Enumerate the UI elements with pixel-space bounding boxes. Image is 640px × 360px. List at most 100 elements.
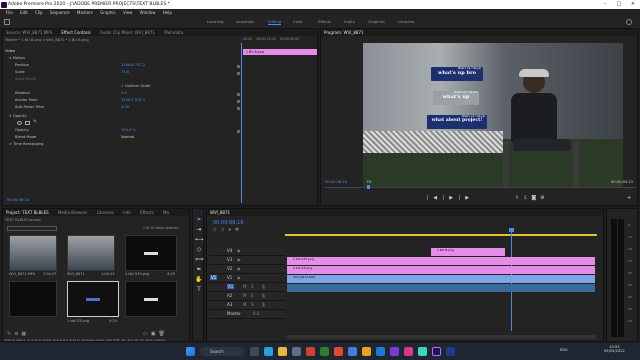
tab-sequence[interactable]: WVI_8871 xyxy=(210,210,230,215)
ec-playhead[interactable] xyxy=(241,43,242,203)
mic-icon[interactable]: 🎙 xyxy=(261,293,266,298)
file-explorer-icon[interactable] xyxy=(278,347,287,356)
tab-audio-clip-mixer[interactable]: Audio Clip Mixer: WVI_8871 xyxy=(100,30,155,35)
tab-info[interactable]: Info xyxy=(123,210,131,215)
track-header-a1[interactable]: A1 M S 🎙 xyxy=(209,283,285,292)
section-motion[interactable]: ∨ Motion xyxy=(9,55,25,62)
program-playhead[interactable] xyxy=(367,185,370,189)
track-header-a2[interactable]: A2 M S 🎙 xyxy=(209,292,285,301)
playhead-handle[interactable] xyxy=(509,228,514,232)
selection-tool-icon[interactable]: ➤ xyxy=(195,215,203,225)
tab-media-browser[interactable]: Media Browser xyxy=(58,210,88,215)
program-timecode[interactable]: 00:00:08:16 xyxy=(325,180,347,184)
app-icon[interactable] xyxy=(418,347,427,356)
prop-rotation-value[interactable]: 0.0 xyxy=(121,91,127,95)
pen-tool-icon[interactable]: ✒ xyxy=(195,265,203,275)
menu-sequence[interactable]: Sequence xyxy=(50,10,70,15)
solo-icon[interactable]: S xyxy=(251,293,254,298)
bin-thumb-png[interactable] xyxy=(9,281,57,317)
clip-v4[interactable]: 1 BU B.png xyxy=(431,248,505,256)
menu-file[interactable]: File xyxy=(6,10,13,15)
clip-v3[interactable]: 1 bbl 033.png xyxy=(287,257,595,265)
workspace-graphics[interactable]: Graphics xyxy=(368,19,385,24)
master-volume[interactable]: 0.0 xyxy=(253,311,259,316)
uniform-scale-checkbox[interactable]: ✓ Uniform Scale xyxy=(121,83,150,90)
mute-icon[interactable]: M xyxy=(243,293,246,298)
section-opacity[interactable]: ∨ Opacity xyxy=(9,113,27,120)
step-forward-icon[interactable]: ❘▶ xyxy=(457,195,473,201)
edge-icon[interactable] xyxy=(264,347,273,356)
app-icon[interactable] xyxy=(334,347,343,356)
app-icon[interactable] xyxy=(376,347,385,356)
app-icon[interactable] xyxy=(320,347,329,356)
eye-icon[interactable]: ◉ xyxy=(237,266,241,271)
bin-thumb-clip[interactable] xyxy=(9,235,57,271)
work-area-bar[interactable] xyxy=(285,234,597,236)
menu-graphic[interactable]: Graphic xyxy=(100,10,116,15)
home-icon[interactable] xyxy=(4,19,10,25)
maximize-button[interactable]: □ xyxy=(612,0,626,9)
keyframe-icon[interactable] xyxy=(237,72,240,75)
prop-position-value[interactable]: 1204.8 727.2 xyxy=(121,63,145,67)
app-icon[interactable] xyxy=(306,347,315,356)
lift-icon[interactable]: ⇪ xyxy=(515,195,523,201)
project-search-input[interactable] xyxy=(7,226,57,231)
tab-project[interactable]: Project: TEXT BLBLES xyxy=(6,210,49,215)
menu-markers[interactable]: Markers xyxy=(77,10,93,15)
taskbar-search[interactable]: Search xyxy=(200,347,244,356)
mic-icon[interactable]: 🎙 xyxy=(261,284,266,289)
track-select-icon[interactable]: ⇥ xyxy=(195,225,203,235)
tab-effects[interactable]: Effects xyxy=(140,210,154,215)
snap-icon[interactable]: ⊂ xyxy=(213,228,221,233)
linked-select-icon[interactable]: ⊃ xyxy=(221,228,229,233)
mute-icon[interactable]: M xyxy=(243,302,246,307)
mic-icon[interactable]: 🎙 xyxy=(261,302,266,307)
bin-thumb-sequence[interactable] xyxy=(67,235,115,271)
wrench-icon[interactable]: ⚒ xyxy=(235,228,243,233)
ec-timecode[interactable]: 00:00:08:16 xyxy=(7,198,29,202)
rect-mask-icon[interactable] xyxy=(25,121,30,125)
clip-a1-audio[interactable] xyxy=(287,284,595,292)
tab-metadata[interactable]: Metadata xyxy=(164,30,183,35)
solo-icon[interactable]: S xyxy=(251,302,254,307)
app-icon[interactable] xyxy=(348,347,357,356)
search-icon[interactable] xyxy=(626,19,632,25)
settings-icon[interactable]: ⚙ xyxy=(540,195,548,201)
type-tool-icon[interactable]: T xyxy=(195,285,203,295)
workspace-color[interactable]: Color xyxy=(293,19,303,24)
add-button[interactable]: + xyxy=(627,195,631,201)
track-header-a3[interactable]: A3 M S 🎙 xyxy=(209,301,285,310)
tab-libraries[interactable]: Libraries xyxy=(97,210,114,215)
track-header-v3[interactable]: V3 ◉ xyxy=(209,256,285,265)
minimize-button[interactable]: – xyxy=(598,0,612,9)
solo-icon[interactable]: S xyxy=(251,284,254,289)
workspace-audio[interactable]: Audio xyxy=(344,19,355,24)
language-indicator[interactable]: ENG xyxy=(560,348,568,352)
bin-thumb-png-selected[interactable] xyxy=(67,281,119,317)
slip-tool-icon[interactable]: ⟺ xyxy=(195,255,204,265)
app-icon[interactable] xyxy=(404,347,413,356)
camera-icon[interactable]: ◙ xyxy=(531,195,540,201)
step-back-icon[interactable]: ◀❘ xyxy=(433,195,449,201)
eye-icon[interactable]: ◉ xyxy=(237,275,241,280)
bin-thumb-png[interactable] xyxy=(125,235,177,271)
chrome-icon[interactable] xyxy=(362,347,371,356)
ec-clip-chip[interactable]: 1 BU B.png xyxy=(243,49,317,55)
tab-effect-controls[interactable]: Effect Controls xyxy=(61,30,90,35)
menu-clip[interactable]: Clip xyxy=(35,10,43,15)
source-patch-v1[interactable]: V1 xyxy=(210,275,218,280)
menu-help[interactable]: Help xyxy=(163,10,172,15)
prop-anchor-value[interactable]: 1206.2 978.5 xyxy=(121,98,145,102)
workspace-libraries[interactable]: Libraries xyxy=(398,19,414,24)
workspace-effects[interactable]: Effects xyxy=(318,19,331,24)
timeline-timecode[interactable]: 00:00:08:16 xyxy=(213,220,244,226)
new-bin-icon[interactable]: ▭ xyxy=(143,331,151,337)
clip-v2[interactable]: 1 bbl 03.png xyxy=(287,266,595,274)
blend-mode-select[interactable]: Normal xyxy=(121,135,134,139)
keyframe-icon[interactable] xyxy=(237,130,240,133)
play-icon[interactable]: ▶ xyxy=(449,195,457,201)
ellipse-mask-icon[interactable] xyxy=(17,121,22,125)
eye-icon[interactable]: ◉ xyxy=(237,257,241,262)
tab-program[interactable]: Program: WVI_8871 xyxy=(324,30,364,35)
keyframe-icon[interactable] xyxy=(237,65,240,68)
